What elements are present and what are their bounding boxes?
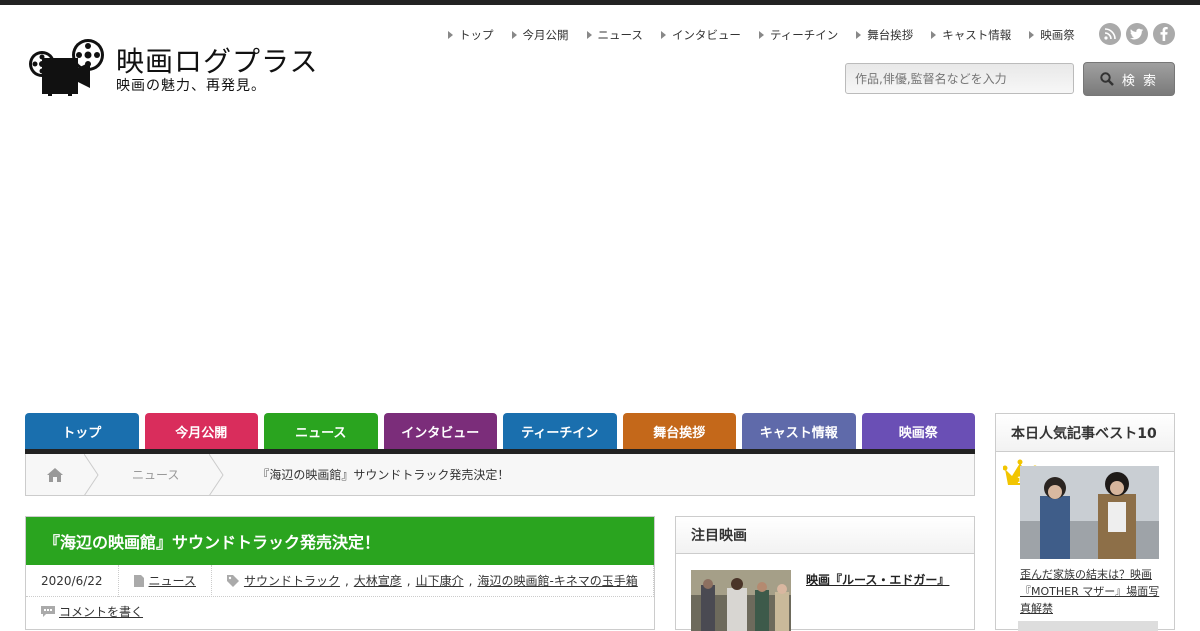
tab-top[interactable]: トップ: [25, 413, 139, 449]
topnav-item-film-festival[interactable]: 映画祭: [1029, 27, 1075, 43]
tag-separator: ,: [344, 573, 349, 588]
arrow-right-icon: [448, 31, 453, 39]
tab-teach-in[interactable]: ティーチイン: [503, 413, 617, 449]
tab-this-month[interactable]: 今月公開: [144, 413, 258, 449]
popular-heading: 本日人気記事ベスト10: [996, 414, 1174, 452]
featured-movie-widget: 注目映画 映画『ルース・エドガー』: [675, 516, 975, 631]
featured-heading: 注目映画: [676, 517, 974, 554]
breadcrumb: ニュース 『海辺の映画館』サウンドトラック発売決定！: [25, 453, 975, 496]
arrow-right-icon: [586, 31, 592, 39]
tab-interview[interactable]: インタビュー: [383, 413, 497, 449]
tag-icon: [226, 574, 239, 587]
topnav-item-news[interactable]: ニュース: [586, 27, 643, 43]
topnav-item-cast-info[interactable]: キャスト情報: [931, 27, 1011, 43]
search-icon: [1100, 72, 1114, 86]
film-projector-icon: [29, 39, 104, 96]
featured-title-link[interactable]: 映画『ルース・エドガー』: [806, 571, 949, 588]
tab-stage-greeting[interactable]: 舞台挨拶: [622, 413, 736, 449]
arrow-right-icon: [856, 31, 862, 39]
topnav-label: 映画祭: [1040, 28, 1075, 42]
breadcrumb-separator: [209, 453, 225, 496]
comment-icon: [41, 605, 55, 617]
topnav-label: ティーチイン: [769, 28, 839, 42]
popular-articles-widget: 本日人気記事ベスト10 1 歪んだ家族の結末は？映画『MOTHER マザー』場面…: [995, 413, 1175, 631]
twitter-icon[interactable]: [1126, 23, 1148, 45]
topnav-item-top[interactable]: トップ: [448, 27, 494, 43]
topnav-label: 今月公開: [522, 28, 569, 42]
tab-news[interactable]: ニュース: [264, 413, 378, 449]
topnav-label: ニュース: [597, 28, 643, 42]
tag-separator: ,: [468, 573, 473, 588]
article: 『海辺の映画館』サウンドトラック発売決定！ 2020/6/22 ニュース サウン…: [25, 516, 655, 630]
tag-link[interactable]: 大林宣彦: [354, 572, 402, 589]
arrow-right-icon: [1029, 31, 1035, 39]
comment-row: コメントを書く: [26, 597, 654, 626]
article-date: 2020/6/22: [26, 564, 119, 597]
breadcrumb-home[interactable]: [26, 467, 84, 483]
top-bar: [0, 0, 1200, 5]
topnav-label: キャスト情報: [942, 28, 1012, 42]
write-comment-link[interactable]: コメントを書く: [59, 603, 143, 620]
category-nav: トップ 今月公開 ニュース インタビュー ティーチイン 舞台挨拶 キャスト情報 …: [25, 413, 975, 449]
topnav-item-stage-greeting[interactable]: 舞台挨拶: [856, 27, 913, 43]
article-tags: サウンドトラック, 大林宣彦, 山下康介, 海辺の映画館-キネマの玉手箱: [212, 564, 654, 597]
tab-cast-info[interactable]: キャスト情報: [742, 413, 856, 449]
tag-separator: ,: [406, 573, 411, 588]
topnav-label: トップ: [459, 28, 494, 42]
article-category: ニュース: [119, 564, 212, 597]
facebook-icon[interactable]: [1153, 23, 1175, 45]
arrow-right-icon: [758, 31, 764, 39]
topnav-item-interview[interactable]: インタビュー: [660, 27, 741, 43]
arrow-right-icon: [660, 31, 666, 39]
document-icon: [133, 574, 144, 587]
tab-film-festival[interactable]: 映画祭: [861, 413, 975, 449]
top-nav: トップ 今月公開 ニュース インタビュー ティーチイン 舞台挨拶 キャスト情報 …: [448, 27, 1075, 43]
site-logo[interactable]: 映画ログプラス 映画の魅力、再発見。: [28, 38, 318, 98]
arrow-right-icon: [511, 31, 517, 39]
topnav-label: インタビュー: [671, 28, 741, 42]
topnav-item-teach-in[interactable]: ティーチイン: [758, 27, 839, 43]
home-icon: [47, 467, 63, 482]
breadcrumb-separator: [84, 453, 99, 496]
breadcrumb-category[interactable]: ニュース: [102, 466, 209, 483]
topnav-label: 舞台挨拶: [867, 28, 914, 42]
search-button[interactable]: 検 索: [1083, 62, 1175, 96]
arrow-right-icon: [931, 31, 937, 39]
search-input[interactable]: [845, 63, 1074, 94]
social-links: [1099, 23, 1175, 45]
search-button-label: 検 索: [1121, 73, 1159, 89]
article-meta: 2020/6/22 ニュース サウンドトラック, 大林宣彦, 山下康介, 海辺の…: [26, 564, 654, 597]
site-tagline: 映画の魅力、再発見。: [116, 78, 266, 94]
topnav-item-this-month[interactable]: 今月公開: [511, 27, 569, 43]
popular-rank1-link[interactable]: 歪んだ家族の結末は？映画『MOTHER マザー』場面写真解禁: [1020, 566, 1165, 617]
popular-thumbnail[interactable]: [1020, 466, 1159, 559]
article-title: 『海辺の映画館』サウンドトラック発売決定！: [26, 517, 654, 565]
breadcrumb-current: 『海辺の映画館』サウンドトラック発売決定！: [257, 468, 510, 482]
site-title[interactable]: 映画ログプラス: [116, 40, 318, 80]
category-link[interactable]: ニュース: [149, 572, 196, 589]
tag-link[interactable]: 山下康介: [416, 572, 464, 589]
tag-link[interactable]: 海辺の映画館-キネマの玉手箱: [477, 572, 637, 589]
featured-thumbnail[interactable]: [691, 570, 791, 631]
tag-link[interactable]: サウンドトラック: [244, 572, 340, 589]
rss-icon[interactable]: [1099, 23, 1121, 45]
